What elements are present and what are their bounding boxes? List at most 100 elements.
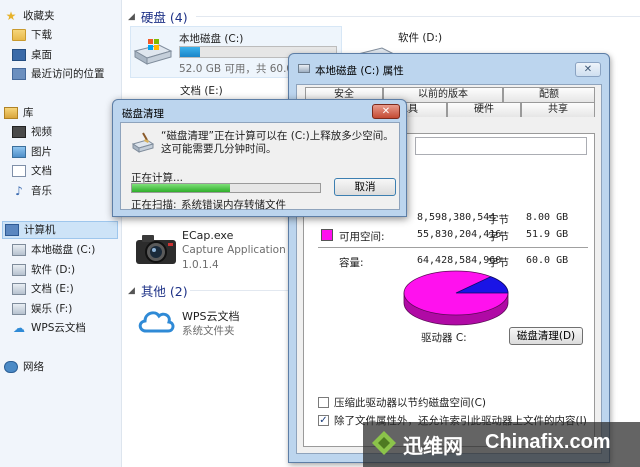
drive-icon [12,264,26,276]
nav-libraries-label: 库 [23,107,34,119]
nav-item-downloads[interactable]: 下载 [12,26,52,44]
compress-label: 压缩此驱动器以节约磁盘空间(C) [334,397,487,409]
tab-quota[interactable]: 配额 [503,87,595,102]
nav-item-label: 软件 (D:) [31,264,76,276]
nav-computer[interactable]: 计算机 [2,221,118,239]
watermark: 迅维网 Chinafix.com [363,422,640,467]
nav-item-label: 文档 (E:) [31,283,74,295]
watermark-en: Chinafix.com [485,431,611,453]
disk-cleanup-button[interactable]: 磁盘清理(D) [509,327,583,345]
nav-item-label: 本地磁盘 (C:) [31,244,96,256]
nav-item-label: 娱乐 (F:) [31,303,73,315]
nav-item-label: 文档 [31,165,52,177]
nav-item-drive-e[interactable]: 文档 (E:) [12,280,74,298]
nav-network[interactable]: 网络 [4,358,44,376]
cleanup-progress-fill [132,184,230,192]
nav-item-label: 最近访问的位置 [31,68,105,80]
watermark-cn: 迅维网 [403,434,463,458]
index-checkbox[interactable]: ✓ [318,415,329,426]
desktop-icon [12,49,26,61]
disk-cleanup-icon [131,132,155,153]
other-header[interactable]: ◢ 其他 (2) [128,281,188,300]
documents-icon [12,165,26,177]
nav-item-wps[interactable]: ☁ WPS云文档 [12,319,86,337]
capacity-label: 容量: [339,257,364,269]
volume-label-input[interactable] [415,137,587,155]
disk-cleanup-title: 磁盘清理 [122,108,164,120]
properties-title: 本地磁盘 (C:) 属性 [315,65,404,77]
hard-disks-header[interactable]: ◢ 硬盘 (4) [128,7,188,26]
drive-e-name: 文档 (E:) [180,85,223,97]
nav-item-recent[interactable]: 最近访问的位置 [12,65,105,83]
nav-item-documents[interactable]: 文档 [12,162,52,180]
chinafix-logo-icon [372,431,396,455]
app-description: Capture Application [182,244,286,256]
nav-computer-label: 计算机 [24,224,56,236]
app-version: 1.0.1.4 [182,259,219,271]
nav-libraries[interactable]: 库 [4,104,34,122]
wps-cloud-icon [138,311,175,333]
tab-hardware[interactable]: 硬件 [447,102,521,117]
free-space-swatch [321,229,333,241]
used-bytes: 8,598,380,544 [417,212,496,223]
drive-e-tile[interactable]: 文档 (E:) [130,80,290,100]
drive-icon [12,283,26,295]
drive-icon [12,244,26,256]
nav-network-label: 网络 [23,361,44,373]
computer-icon [5,224,19,236]
hard-disks-header-label: 硬盘 (4) [140,10,188,25]
disk-cleanup-dialog: 磁盘清理 ✕ “磁盘清理”正在计算可以在 (C:)上释放多少空间。这可能需要几分… [112,99,407,217]
close-button[interactable]: ✕ [575,62,601,77]
close-button[interactable]: ✕ [372,104,400,119]
star-icon: ★ [5,9,17,23]
nav-item-drive-d[interactable]: 软件 (D:) [12,261,75,279]
collapse-triangle-icon: ◢ [128,11,135,22]
used-bytes-unit: 字节 [488,214,509,226]
navigation-pane: ★ 收藏夹 下载 桌面 最近访问的位置 库 视频 图片 文档 ♪ 音乐 计算机 … [0,0,122,467]
separator-line [318,247,588,248]
nav-item-videos[interactable]: 视频 [12,123,52,141]
nav-item-drive-c[interactable]: 本地磁盘 (C:) [12,241,95,259]
pictures-icon [12,146,26,158]
cleanup-progress-bar [131,183,321,193]
nav-item-drive-f[interactable]: 娱乐 (F:) [12,300,72,318]
nav-favorites-label: 收藏夹 [23,10,55,22]
library-icon [4,107,18,119]
group-divider [196,16,640,17]
nav-item-label: WPS云文档 [31,322,86,334]
scanning-label: 正在扫描: [131,199,177,211]
free-size: 51.9 GB [526,229,569,240]
drive-icon [12,303,26,315]
app-name[interactable]: ECap.exe [182,229,233,242]
drive-caption: 驱动器 C: [421,332,467,344]
camera-icon [136,235,176,264]
wps-name[interactable]: WPS云文档 [182,308,240,324]
nav-item-desktop[interactable]: 桌面 [12,46,52,64]
other-header-label: 其他 (2) [140,284,188,299]
nav-item-label: 下载 [31,29,52,41]
recent-places-icon [12,68,26,80]
download-folder-icon [12,29,26,41]
used-size: 8.00 GB [526,212,569,223]
drive-d-name: 软件 (D:) [398,32,443,44]
tab-sharing[interactable]: 共享 [521,102,595,117]
disk-cleanup-message: “磁盘清理”正在计算可以在 (C:)上释放多少空间。这可能需要几分钟时间。 [161,130,394,155]
nav-item-music[interactable]: ♪ 音乐 [12,182,52,200]
cancel-button[interactable]: 取消 [334,178,396,196]
windows-drive-icon [133,39,173,65]
free-space-label: 可用空间: [339,231,385,243]
group-divider [190,290,288,291]
music-icon: ♪ [15,184,23,198]
compress-checkbox[interactable] [318,397,329,408]
drive-c-usage-fill [180,47,201,57]
scanning-item: 系统错误内存转储文件 [181,199,286,211]
nav-item-label: 图片 [31,146,52,158]
wps-folder-type: 系统文件夹 [182,325,235,337]
drive-c-free-space: 52.0 GB 可用，共 60.0 [179,63,294,75]
nav-item-pictures[interactable]: 图片 [12,143,52,161]
nav-favorites[interactable]: ★ 收藏夹 [4,7,55,25]
network-icon [4,361,18,373]
nav-item-label: 桌面 [31,49,52,61]
free-bytes-unit: 字节 [488,231,509,243]
capacity-size: 60.0 GB [526,255,569,266]
